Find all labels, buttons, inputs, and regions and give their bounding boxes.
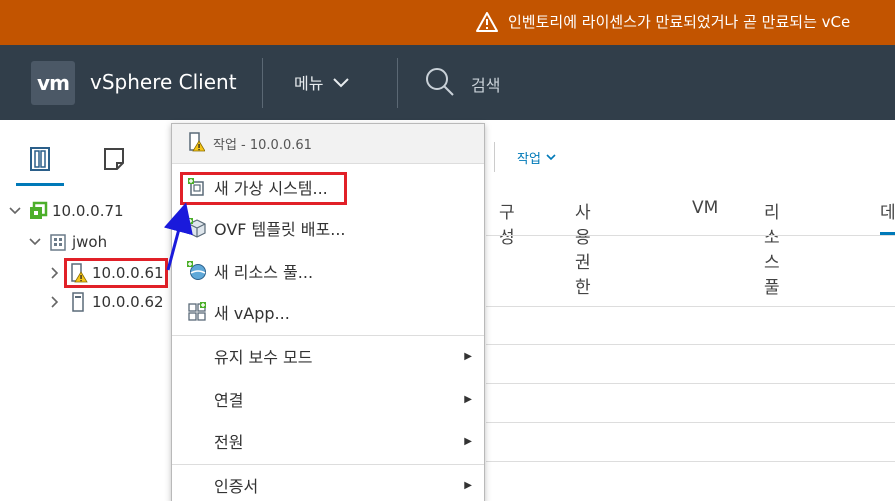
menu-item-label: 새 vApp... — [214, 304, 290, 323]
tab-resource-pools[interactable]: 리소스 풀 — [764, 198, 780, 298]
tab-permissions[interactable]: 사용 권한 — [575, 198, 591, 298]
new-vapp-icon — [187, 302, 207, 322]
menu-item-power[interactable]: 전원 ▶ — [172, 421, 484, 461]
active-tab-indicator — [880, 232, 895, 235]
tree-item-label: jwoh — [72, 233, 108, 251]
tree-item-datacenter[interactable]: jwoh — [28, 228, 107, 256]
actions-dropdown[interactable]: 작업 — [517, 148, 556, 167]
search-icon — [425, 67, 455, 101]
grid-divider — [486, 461, 895, 462]
grid-divider — [486, 422, 895, 423]
menu-item-deploy-ovf[interactable]: OVF 템플릿 배포... — [172, 208, 484, 248]
chevron-down-icon[interactable] — [8, 207, 22, 215]
tabs-underline — [486, 235, 895, 236]
chevron-down-icon — [333, 73, 350, 92]
grid-divider — [486, 344, 895, 345]
tab-vms-and-templates[interactable] — [90, 146, 138, 186]
menu-button[interactable]: 메뉴 — [294, 70, 350, 94]
app-header: vm vSphere Client 메뉴 검색 — [0, 45, 895, 120]
menu-item-label: OVF 템플릿 배포... — [214, 220, 346, 239]
context-menu-title: 작업 - 10.0.0.61 — [213, 138, 312, 153]
chevron-down-icon[interactable] — [28, 238, 42, 246]
actions-label: 작업 — [517, 152, 541, 167]
menu-item-label: 유지 보수 모드 — [214, 348, 313, 367]
tree-item-label: 10.0.0.71 — [52, 202, 124, 220]
hosts-and-clusters-icon — [27, 146, 53, 183]
tree-item-host[interactable]: 10.0.0.62 — [48, 288, 164, 316]
tab-datastores[interactable]: 데 — [880, 198, 895, 223]
menu-label: 메뉴 — [294, 74, 324, 93]
vmware-logo: vm — [31, 61, 75, 105]
ovf-deploy-icon — [187, 218, 207, 238]
content-divider — [494, 142, 495, 172]
grid-divider — [486, 383, 895, 384]
search-placeholder: 검색 — [471, 76, 501, 95]
host-icon — [68, 292, 88, 312]
host-warning-icon — [187, 131, 206, 156]
menu-item-connection[interactable]: 연결 ▶ — [172, 379, 484, 419]
navigator-tabs — [0, 120, 170, 186]
license-alert-banner[interactable]: 인벤토리에 라이센스가 만료되었거나 곧 만료되는 vCe — [0, 0, 895, 45]
submenu-arrow-icon: ▶ — [464, 435, 472, 447]
tree-item-vcenter[interactable]: 10.0.0.71 — [8, 197, 124, 225]
chevron-right-icon[interactable] — [48, 267, 62, 279]
annotation-highlight-host — [64, 258, 168, 288]
submenu-arrow-icon: ▶ — [464, 479, 472, 491]
grid-divider — [486, 306, 895, 307]
menu-item-label: 새 리소스 풀... — [214, 263, 314, 282]
chevron-right-icon[interactable] — [48, 296, 62, 308]
menu-item-certificates[interactable]: 인증서 ▶ — [172, 465, 484, 501]
submenu-arrow-icon: ▶ — [464, 350, 472, 362]
header-divider — [262, 58, 263, 108]
datacenter-icon — [48, 232, 68, 252]
menu-item-maintenance-mode[interactable]: 유지 보수 모드 ▶ — [172, 336, 484, 376]
tab-configure[interactable]: 구성 — [499, 198, 515, 248]
actions-context-menu: 작업 - 10.0.0.61 새 가상 시스템... OVF 템플릿 배포...… — [171, 123, 485, 501]
alert-text: 인벤토리에 라이센스가 만료되었거나 곧 만료되는 vCe — [508, 13, 851, 31]
tab-vms[interactable]: VM — [692, 198, 718, 218]
vcenter-icon — [28, 201, 48, 221]
tree-item-label: 10.0.0.62 — [92, 293, 164, 311]
search-box[interactable]: 검색 — [425, 67, 500, 101]
warning-triangle-icon — [476, 11, 498, 32]
context-menu-header: 작업 - 10.0.0.61 — [172, 124, 484, 164]
vms-and-templates-icon — [101, 146, 127, 186]
app-title: vSphere Client — [90, 70, 237, 94]
header-divider — [397, 58, 398, 108]
submenu-arrow-icon: ▶ — [464, 393, 472, 405]
tab-hosts-and-clusters[interactable] — [16, 146, 64, 186]
new-resource-pool-icon — [187, 261, 207, 281]
menu-item-new-resource-pool[interactable]: 새 리소스 풀... — [172, 251, 484, 291]
annotation-highlight-new-vm — [180, 172, 347, 205]
menu-item-label: 연결 — [214, 391, 244, 410]
menu-item-new-vapp[interactable]: 새 vApp... — [172, 292, 484, 332]
menu-item-label: 전원 — [214, 433, 244, 452]
chevron-down-icon — [546, 150, 556, 165]
menu-item-label: 인증서 — [214, 477, 259, 496]
